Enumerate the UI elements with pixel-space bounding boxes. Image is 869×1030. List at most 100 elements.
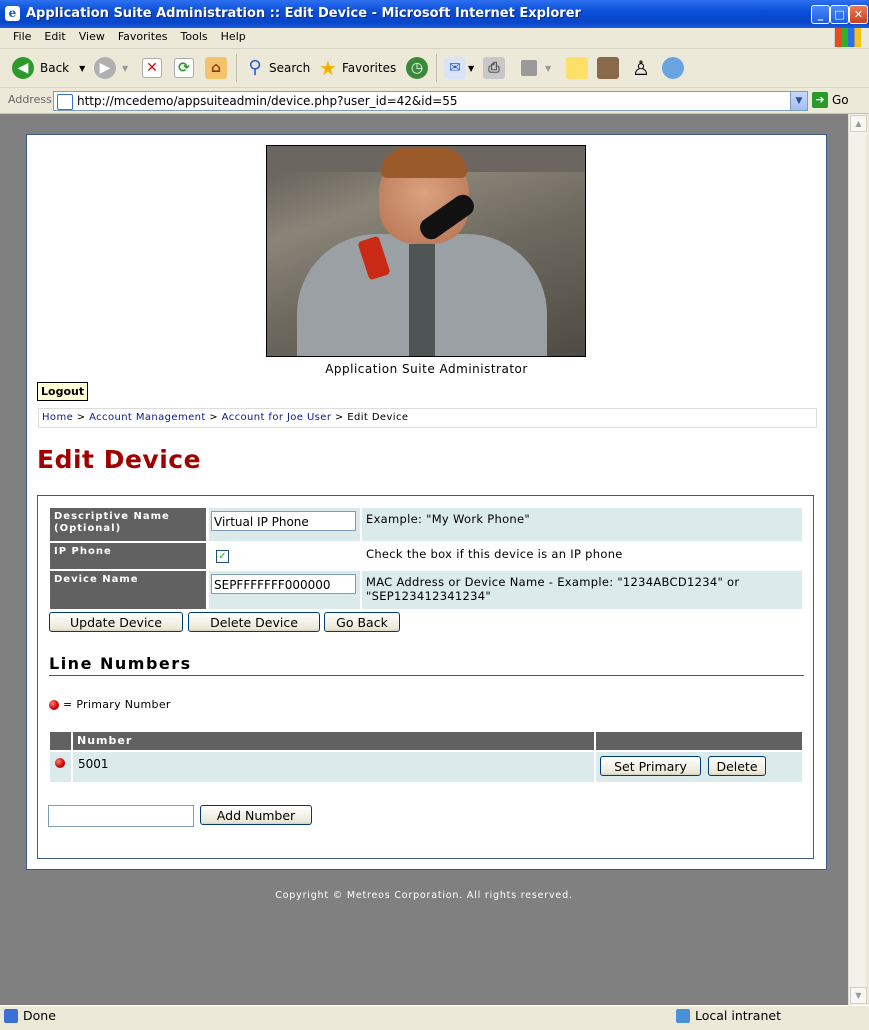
header-photo bbox=[266, 145, 586, 357]
chevron-down-icon[interactable]: ▼ bbox=[790, 92, 807, 110]
breadcrumb-separator: > bbox=[205, 412, 222, 423]
address-url: http://mcedemo/appsuiteadmin/device.php?… bbox=[77, 94, 458, 108]
primary-legend: = Primary Number bbox=[49, 698, 171, 711]
stop-icon: ✕ bbox=[142, 58, 162, 78]
research-button[interactable] bbox=[597, 56, 619, 80]
windows-logo-icon bbox=[834, 28, 861, 47]
ip-phone-cell: ✓ bbox=[209, 543, 360, 569]
contacts-button[interactable] bbox=[662, 56, 684, 80]
delete-number-button[interactable]: Delete bbox=[708, 756, 766, 776]
new-number-input[interactable] bbox=[48, 805, 194, 827]
breadcrumb-separator: > bbox=[331, 412, 348, 423]
device-name-input[interactable]: SEPFFFFFFF000000 bbox=[211, 574, 356, 594]
note-icon bbox=[566, 57, 588, 79]
status-zone: Local intranet bbox=[676, 1008, 781, 1023]
person-icon: ♙ bbox=[632, 56, 650, 80]
status-done: Done bbox=[4, 1008, 56, 1023]
scroll-up-icon[interactable]: ▲ bbox=[850, 115, 867, 132]
title-bar: e Application Suite Administration :: Ed… bbox=[0, 0, 869, 28]
chevron-down-icon: ▼ bbox=[545, 63, 552, 73]
edit-icon bbox=[521, 60, 537, 76]
stop-button[interactable]: ✕ bbox=[142, 56, 162, 80]
history-button[interactable]: ◷ bbox=[406, 56, 428, 80]
descriptive-name-hint: Example: "My Work Phone" bbox=[362, 508, 802, 541]
search-button[interactable]: ⚲ Search bbox=[244, 56, 310, 80]
status-bar: Done Local intranet bbox=[0, 1005, 869, 1030]
ip-phone-checkbox[interactable]: ✓ bbox=[216, 550, 229, 563]
home-button[interactable]: ⌂ bbox=[205, 56, 227, 80]
header-blank bbox=[50, 732, 71, 750]
go-label: Go bbox=[832, 93, 849, 107]
edit-button[interactable]: ▼ bbox=[521, 56, 551, 80]
messenger-button[interactable]: ♙ bbox=[630, 56, 652, 80]
photo-hair bbox=[381, 148, 467, 178]
page-icon bbox=[57, 94, 73, 110]
search-label: Search bbox=[269, 61, 311, 75]
photo-tie bbox=[409, 244, 435, 356]
device-name-row: Device Name SEPFFFFFFF000000 MAC Address… bbox=[50, 571, 802, 609]
update-device-button[interactable]: Update Device bbox=[49, 612, 183, 632]
breadcrumb-account-management[interactable]: Account Management bbox=[89, 412, 206, 423]
go-back-button[interactable]: Go Back bbox=[324, 612, 400, 632]
primary-dot-icon bbox=[49, 699, 59, 710]
address-input[interactable]: http://mcedemo/appsuiteadmin/device.php?… bbox=[53, 91, 808, 111]
discuss-button[interactable] bbox=[566, 56, 588, 80]
print-button[interactable]: ⎙ bbox=[483, 56, 505, 80]
go-button[interactable]: ➔ Go bbox=[812, 92, 849, 108]
logout-button[interactable]: Logout bbox=[37, 382, 89, 401]
line-numbers-heading: Line Numbers bbox=[49, 654, 804, 676]
ip-phone-row: IP Phone ✓ Check the box if this device … bbox=[50, 543, 802, 569]
table-row: 5001 Set Primary Delete bbox=[50, 752, 802, 782]
ip-phone-hint: Check the box if this device is an IP ph… bbox=[366, 547, 623, 561]
breadcrumb-account[interactable]: Account for Joe User bbox=[222, 412, 332, 423]
primary-dot-icon bbox=[55, 758, 65, 768]
device-name-cell: SEPFFFFFFF000000 bbox=[209, 571, 360, 609]
add-number-button[interactable]: Add Number bbox=[200, 805, 312, 825]
address-label: Address bbox=[8, 93, 52, 106]
research-icon bbox=[597, 57, 619, 79]
menu-view[interactable]: View bbox=[79, 30, 105, 43]
toolbar-separator bbox=[436, 54, 437, 82]
header-actions bbox=[596, 732, 802, 750]
forward-button[interactable]: ▶ ▼ bbox=[94, 56, 128, 80]
favorites-label: Favorites bbox=[342, 61, 397, 75]
mail-button[interactable]: ✉ ▼ bbox=[444, 56, 474, 80]
breadcrumb-home[interactable]: Home bbox=[42, 412, 73, 423]
menu-favorites[interactable]: Favorites bbox=[118, 30, 168, 43]
chevron-down-icon[interactable]: ▼ bbox=[79, 64, 85, 73]
address-bar: Address http://mcedemo/appsuiteadmin/dev… bbox=[0, 88, 869, 114]
site-caption: Application Suite Administrator bbox=[325, 362, 528, 376]
back-button[interactable]: ◀ Back ▼ bbox=[12, 56, 85, 80]
home-icon: ⌂ bbox=[205, 57, 227, 79]
mail-icon: ✉ bbox=[444, 57, 466, 79]
scroll-down-icon[interactable]: ▼ bbox=[850, 987, 867, 1004]
copyright: Copyright © Metreos Corporation. All rig… bbox=[275, 890, 573, 901]
contacts-icon bbox=[662, 57, 684, 79]
descriptive-name-input[interactable]: Virtual IP Phone bbox=[211, 511, 356, 531]
menu-tools[interactable]: Tools bbox=[181, 30, 208, 43]
menu-help[interactable]: Help bbox=[221, 30, 246, 43]
set-primary-button[interactable]: Set Primary bbox=[600, 756, 701, 776]
maximize-button[interactable]: □ bbox=[830, 5, 849, 24]
status-text: Done bbox=[23, 1008, 56, 1023]
minimize-button[interactable]: _ bbox=[811, 5, 830, 24]
edit-device-form: Descriptive Name (Optional) Virtual IP P… bbox=[37, 495, 814, 859]
descriptive-name-cell: Virtual IP Phone bbox=[209, 508, 360, 541]
favorites-button[interactable]: ★ Favorites bbox=[317, 56, 396, 80]
refresh-icon: ⟳ bbox=[174, 58, 194, 78]
number-cell: 5001 bbox=[73, 752, 594, 782]
menu-edit[interactable]: Edit bbox=[44, 30, 65, 43]
refresh-button[interactable]: ⟳ bbox=[174, 56, 194, 80]
legend-text: = Primary Number bbox=[63, 698, 171, 711]
descriptive-name-label: Descriptive Name (Optional) bbox=[50, 508, 206, 541]
print-icon: ⎙ bbox=[483, 57, 505, 79]
close-button[interactable]: ✕ bbox=[849, 5, 868, 24]
window-title: Application Suite Administration :: Edit… bbox=[26, 6, 581, 21]
breadcrumb-separator: > bbox=[73, 412, 90, 423]
breadcrumb: Home > Account Management > Account for … bbox=[38, 408, 817, 428]
menu-file[interactable]: File bbox=[13, 30, 31, 43]
search-icon: ⚲ bbox=[248, 57, 262, 78]
history-icon: ◷ bbox=[406, 57, 428, 79]
delete-device-button[interactable]: Delete Device bbox=[188, 612, 320, 632]
vertical-scrollbar[interactable]: ▲ ▼ bbox=[848, 114, 867, 1005]
